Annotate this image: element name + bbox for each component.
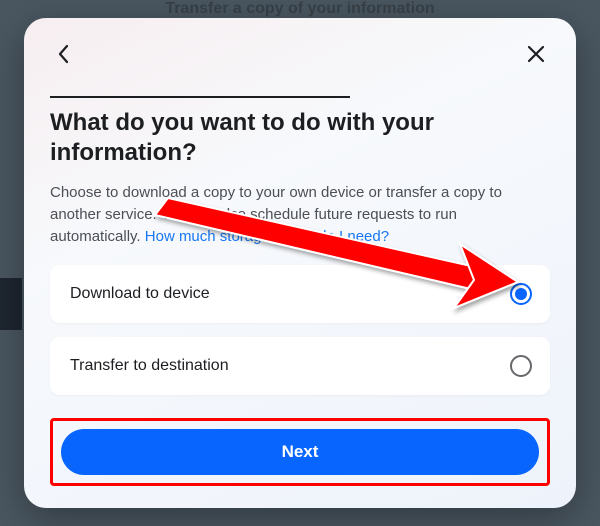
option-label: Transfer to destination [70, 357, 229, 375]
modal-header [50, 40, 550, 68]
close-button[interactable] [522, 40, 550, 68]
modal-footer: Next [50, 418, 550, 486]
annotation-highlight-box: Next [50, 418, 550, 486]
modal-title: What do you want to do with your informa… [50, 108, 550, 168]
back-button[interactable] [50, 40, 78, 68]
radio-selected-icon [510, 283, 532, 305]
option-transfer-to-destination[interactable]: Transfer to destination [50, 337, 550, 395]
title-underline [50, 96, 350, 98]
option-download-to-device[interactable]: Download to device [50, 265, 550, 323]
radio-unselected-icon [510, 355, 532, 377]
options-list: Download to device Transfer to destinati… [50, 265, 550, 395]
next-button[interactable]: Next [61, 429, 539, 475]
background-title: Transfer a copy of your information [0, 0, 600, 18]
modal-subtitle: Choose to download a copy to your own de… [50, 182, 550, 247]
chevron-left-icon [57, 44, 71, 64]
modal-dialog: What do you want to do with your informa… [24, 18, 576, 508]
background-strip [0, 278, 22, 330]
storage-help-link[interactable]: How much storage space do I need? [145, 228, 389, 245]
close-icon [527, 45, 545, 63]
option-label: Download to device [70, 285, 210, 303]
